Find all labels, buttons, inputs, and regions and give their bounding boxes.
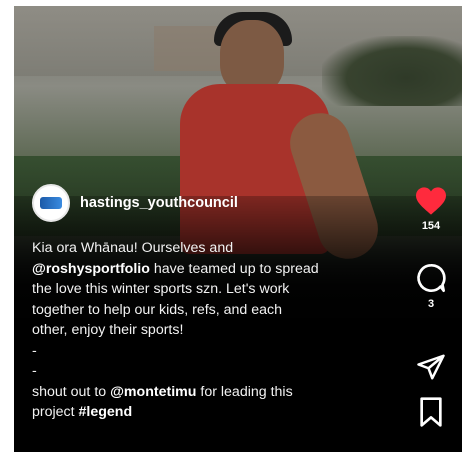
person-head [220, 20, 284, 94]
comment-count: 3 [427, 298, 435, 310]
post-caption: Kia ora Whānau! Ourselves and @roshyspor… [32, 238, 402, 423]
reel-frame[interactable]: hastings_youthcouncil Kia ora Whānau! Ou… [14, 6, 462, 452]
send-icon[interactable] [416, 352, 446, 382]
caption-line: other, enjoy their sports! [32, 322, 184, 338]
caption-line: Kia ora Whānau! Ourselves and [32, 240, 234, 256]
heart-icon[interactable] [414, 186, 448, 216]
mention-link[interactable]: @roshysportfolio [32, 261, 150, 277]
avatar-logo [40, 197, 62, 209]
bookmark-icon[interactable] [417, 396, 445, 428]
like-count: 154 [421, 220, 441, 232]
hashtag-link[interactable]: #legend [79, 404, 133, 420]
username[interactable]: hastings_youthcouncil [80, 195, 238, 211]
mention-link[interactable]: @montetimu [110, 384, 196, 400]
caption-text: project [32, 404, 79, 420]
avatar[interactable] [32, 184, 70, 222]
background-trees [322, 36, 462, 106]
caption-line: @roshysportfolio have teamed up to sprea… [32, 259, 402, 280]
caption-line: shout out to @montetimu for leading this [32, 382, 402, 403]
comment-icon[interactable] [415, 262, 447, 294]
action-rail: 154 3 [412, 186, 450, 428]
caption-line: the love this winter sports szn. Let's w… [32, 281, 290, 297]
caption-text: have teamed up to spread [149, 260, 319, 277]
caption-text: shout out to [32, 383, 111, 400]
caption-line: project #legend [32, 402, 402, 423]
caption-text: for leading this [196, 383, 293, 400]
caption-line: - [32, 342, 37, 359]
caption-line: - [32, 363, 37, 379]
caption-line: together to help our kids, refs, and eac… [32, 301, 283, 318]
post-header[interactable]: hastings_youthcouncil [32, 184, 238, 222]
